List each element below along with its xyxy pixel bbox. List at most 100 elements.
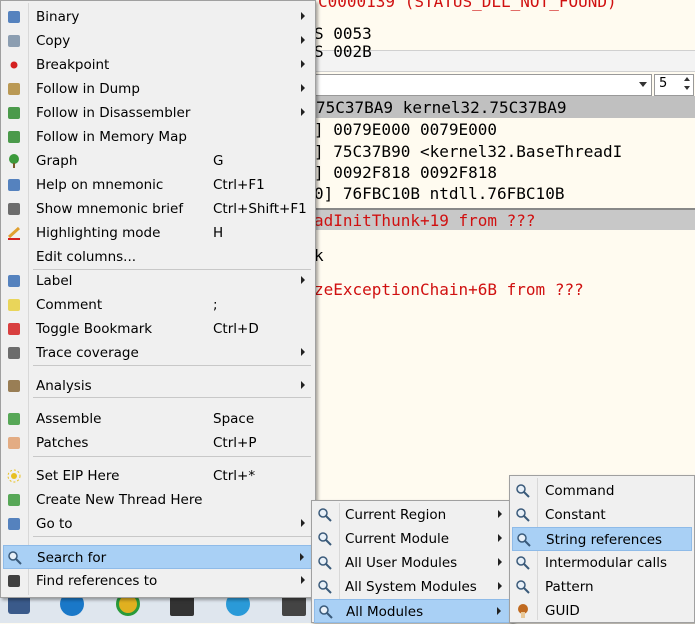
chevron-right-icon <box>498 534 502 542</box>
memory-map-icon <box>6 129 22 145</box>
menu-item-search-for[interactable]: Search for <box>3 545 313 569</box>
code-line: S 002B <box>314 42 372 61</box>
modules-item-pattern[interactable]: Pattern <box>512 575 692 599</box>
modules-item-command[interactable]: Command <box>512 479 692 503</box>
menu-item-follow-in-dump[interactable]: Follow in Dump <box>3 77 313 101</box>
menu-item-label: All Modules <box>346 604 424 620</box>
register-view-combo[interactable] <box>312 74 652 96</box>
search-item-all-modules[interactable]: All Modules <box>314 599 510 623</box>
menu-item-label[interactable]: Label <box>3 269 313 293</box>
modules-item-intermodular-calls[interactable]: Intermodular calls <box>512 551 692 575</box>
menu-item-comment[interactable]: Comment; <box>3 293 313 317</box>
menu-item-create-new-thread-here[interactable]: Create New Thread Here <box>3 488 313 512</box>
menu-item-show-mnemonic-brief[interactable]: Show mnemonic brief Ctrl+Shift+F1 <box>3 197 313 221</box>
menu-item-label: Graph <box>36 153 78 169</box>
menu-item-label: Label <box>36 273 73 289</box>
user-modules-search-icon <box>317 555 333 571</box>
menu-item-help-on-mnemonic[interactable]: Help on mnemonic Ctrl+F1 <box>3 173 313 197</box>
chevron-right-icon <box>301 276 305 284</box>
search-item-all-system-modules[interactable]: All System Modules <box>314 575 510 599</box>
search-item-current-module[interactable]: Current Module <box>314 527 510 551</box>
command-search-icon <box>515 483 531 499</box>
menu-item-go-to[interactable]: Go to <box>3 512 313 536</box>
search-for-submenu: Current Region Current Module All User Mod… <box>311 500 513 623</box>
menu-separator <box>33 365 311 366</box>
chevron-right-icon <box>301 381 305 389</box>
chevron-right-icon <box>301 84 305 92</box>
menu-item-label: Comment <box>36 297 103 313</box>
chevron-right-icon <box>498 558 502 566</box>
menu-item-analysis[interactable]: Analysis <box>3 374 313 398</box>
chevron-right-icon <box>301 12 305 20</box>
menu-item-label: Analysis <box>36 378 92 394</box>
menu-item-follow-in-disassembler[interactable]: Follow in Disassembler <box>3 101 313 125</box>
menu-item-trace-coverage[interactable]: Trace coverage <box>3 341 313 365</box>
menu-separator <box>33 269 311 270</box>
menu-item-label: Highlighting mode <box>36 225 161 241</box>
label-icon <box>6 273 22 289</box>
code-line: 75C37BA9 kernel32.75C37BA9 <box>316 98 567 117</box>
argument-count-spinbox[interactable]: 5 <box>654 74 694 96</box>
code-line: ] 0079E000 0079E000 <box>314 120 498 139</box>
menu-item-graph[interactable]: Graph G <box>3 149 313 173</box>
menu-item-highlighting-mode[interactable]: Highlighting mode H <box>3 221 313 245</box>
copy-icon <box>6 33 22 49</box>
menu-item-shortcut: Ctrl+* <box>213 468 256 484</box>
analysis-icon <box>6 378 22 394</box>
menu-item-label: Constant <box>545 507 606 523</box>
region-search-icon <box>317 507 333 523</box>
chevron-right-icon <box>301 348 305 356</box>
menu-item-patches[interactable]: Patches Ctrl+P <box>3 431 313 455</box>
menu-item-label: Show mnemonic brief <box>36 201 184 217</box>
menu-item-breakpoint[interactable]: Breakpoint <box>3 53 313 77</box>
trace-icon <box>6 345 22 361</box>
search-item-all-user-modules[interactable]: All User Modules <box>314 551 510 575</box>
menu-item-label: Go to <box>36 516 73 532</box>
chevron-right-icon <box>301 108 305 116</box>
menu-item-shortcut: ; <box>213 297 218 313</box>
menu-item-label: Current Region <box>345 507 447 523</box>
menu-item-follow-in-memory-map[interactable]: Follow in Memory Map <box>3 125 313 149</box>
menu-item-label: Breakpoint <box>36 57 110 73</box>
bookmark-icon <box>6 321 22 337</box>
system-modules-search-icon <box>317 579 333 595</box>
comment-icon <box>6 297 22 313</box>
graph-icon <box>6 153 22 169</box>
menu-item-assemble[interactable]: Assemble Space <box>3 407 313 431</box>
menu-item-copy[interactable]: Copy <box>3 29 313 53</box>
menu-item-label: Help on mnemonic <box>36 177 164 193</box>
spin-up-icon[interactable] <box>684 77 690 81</box>
chevron-down-icon <box>639 82 647 87</box>
modules-item-constant[interactable]: Constant <box>512 503 692 527</box>
code-line: 0] 76FBC10B ntdll.76FBC10B <box>314 184 565 203</box>
menu-item-label: Follow in Disassembler <box>36 105 191 121</box>
menu-separator <box>33 536 311 537</box>
search-item-current-region[interactable]: Current Region <box>314 503 510 527</box>
menu-item-label: Command <box>545 483 615 499</box>
pattern-search-icon <box>515 579 531 595</box>
menu-item-set-eip-here[interactable]: Set EIP Here Ctrl+* <box>3 464 313 488</box>
code-line: C0000139 (STATUS_DLL_NOT_FOUND) <box>318 0 617 11</box>
menu-item-label: Create New Thread Here <box>36 492 203 508</box>
intermodular-search-icon <box>515 555 531 571</box>
string-search-icon <box>516 532 532 548</box>
modules-item-string-references[interactable]: String references <box>512 527 692 551</box>
chevron-right-icon <box>301 576 305 584</box>
menu-item-label: Set EIP Here <box>36 468 120 484</box>
menu-item-label: Search for <box>37 550 107 566</box>
menu-item-label: Patches <box>36 435 89 451</box>
menu-item-label: Intermodular calls <box>545 555 668 571</box>
menu-item-toggle-bookmark[interactable]: Toggle Bookmark Ctrl+D <box>3 317 313 341</box>
menu-item-label: Follow in Memory Map <box>36 129 187 145</box>
menu-item-binary[interactable]: Binary <box>3 5 313 29</box>
menu-item-find-references-to[interactable]: Find references to <box>3 569 313 593</box>
all-modules-search-icon <box>318 604 334 620</box>
goto-icon <box>6 516 22 532</box>
spin-down-icon[interactable] <box>684 86 690 90</box>
menu-item-edit-columns[interactable]: Edit columns... <box>3 245 313 269</box>
menu-separator <box>33 456 311 457</box>
menu-item-label: Follow in Dump <box>36 81 140 97</box>
modules-item-guid[interactable]: GUID <box>512 599 692 623</box>
menu-item-label: GUID <box>545 603 580 619</box>
menu-item-label: All System Modules <box>345 579 477 595</box>
